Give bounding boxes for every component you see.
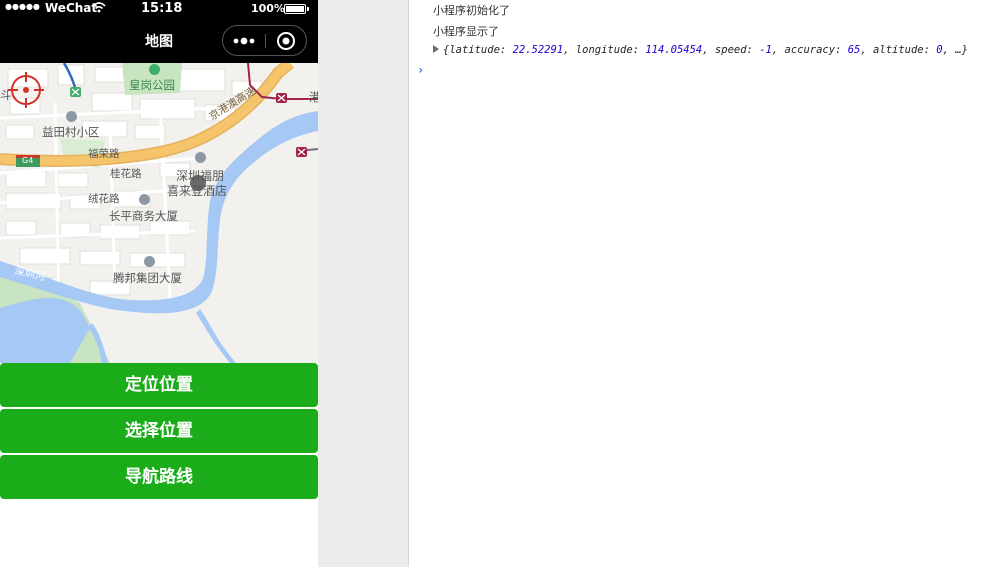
carrier-name: WeChat	[45, 1, 98, 15]
capsule-menu	[222, 25, 307, 56]
map-label-dou: 斗	[0, 88, 12, 102]
wifi-icon	[92, 2, 106, 13]
map-view[interactable]: 皇岗公园 益田村小区 斗 港 京港澳高速 G4 福荣路 桂花路 深圳福朋 喜来登…	[0, 63, 318, 363]
locate-position-button[interactable]: 定位位置	[0, 363, 318, 407]
map-label-furong-road: 福荣路	[88, 148, 120, 160]
navigate-route-button[interactable]: 导航路线	[0, 455, 318, 499]
more-options-icon[interactable]	[223, 26, 265, 55]
residence-poi-icon	[66, 111, 77, 122]
map-label-sheraton: 喜来登酒店	[167, 184, 228, 198]
battery-percent: 100%	[251, 2, 285, 15]
map-label-yitian-village: 益田村小区	[42, 125, 100, 139]
console-prompt-icon[interactable]: ›	[417, 63, 424, 77]
signal-strength-icon: ●●●●●	[5, 2, 40, 11]
console-location-object[interactable]: {latitude: 22.52291, longitude: 114.0545…	[433, 44, 968, 56]
map-label-changping-building: 长平商务大厦	[109, 209, 178, 223]
choose-position-button[interactable]: 选择位置	[0, 409, 318, 453]
tengbang-poi-icon	[144, 256, 155, 267]
map-label-g4: G4	[22, 156, 34, 165]
map-label-guihua-road: 桂花路	[110, 168, 142, 180]
map-label-huanggang-park: 皇岗公园	[129, 78, 175, 92]
navigation-bar: 地图	[0, 18, 318, 63]
map-label-ronghua-road: 绒花路	[88, 193, 120, 205]
expand-triangle-icon[interactable]	[433, 45, 439, 53]
phone-simulator: ●●●●● WeChat 15:18 100% 地图 皇岗公园 益田村小区 斗 …	[0, 0, 318, 567]
map-label-gang: 港	[309, 90, 318, 104]
panel-gutter	[318, 0, 409, 567]
map-label-tengbang-building: 腾邦集团大厦	[113, 271, 182, 285]
console-log-show: 小程序显示了	[433, 25, 499, 38]
status-bar: ●●●●● WeChat 15:18 100%	[0, 0, 318, 18]
devtools-console: 小程序初始化了 小程序显示了 {latitude: 22.52291, long…	[409, 0, 1000, 567]
console-log-init: 小程序初始化了	[433, 4, 510, 17]
battery-icon	[284, 4, 309, 14]
park-poi-icon	[149, 64, 160, 75]
office-poi-icon	[139, 194, 150, 205]
close-miniprogram-icon[interactable]	[266, 26, 306, 55]
status-time: 15:18	[141, 1, 183, 16]
hotel-poi-icon	[195, 152, 206, 163]
